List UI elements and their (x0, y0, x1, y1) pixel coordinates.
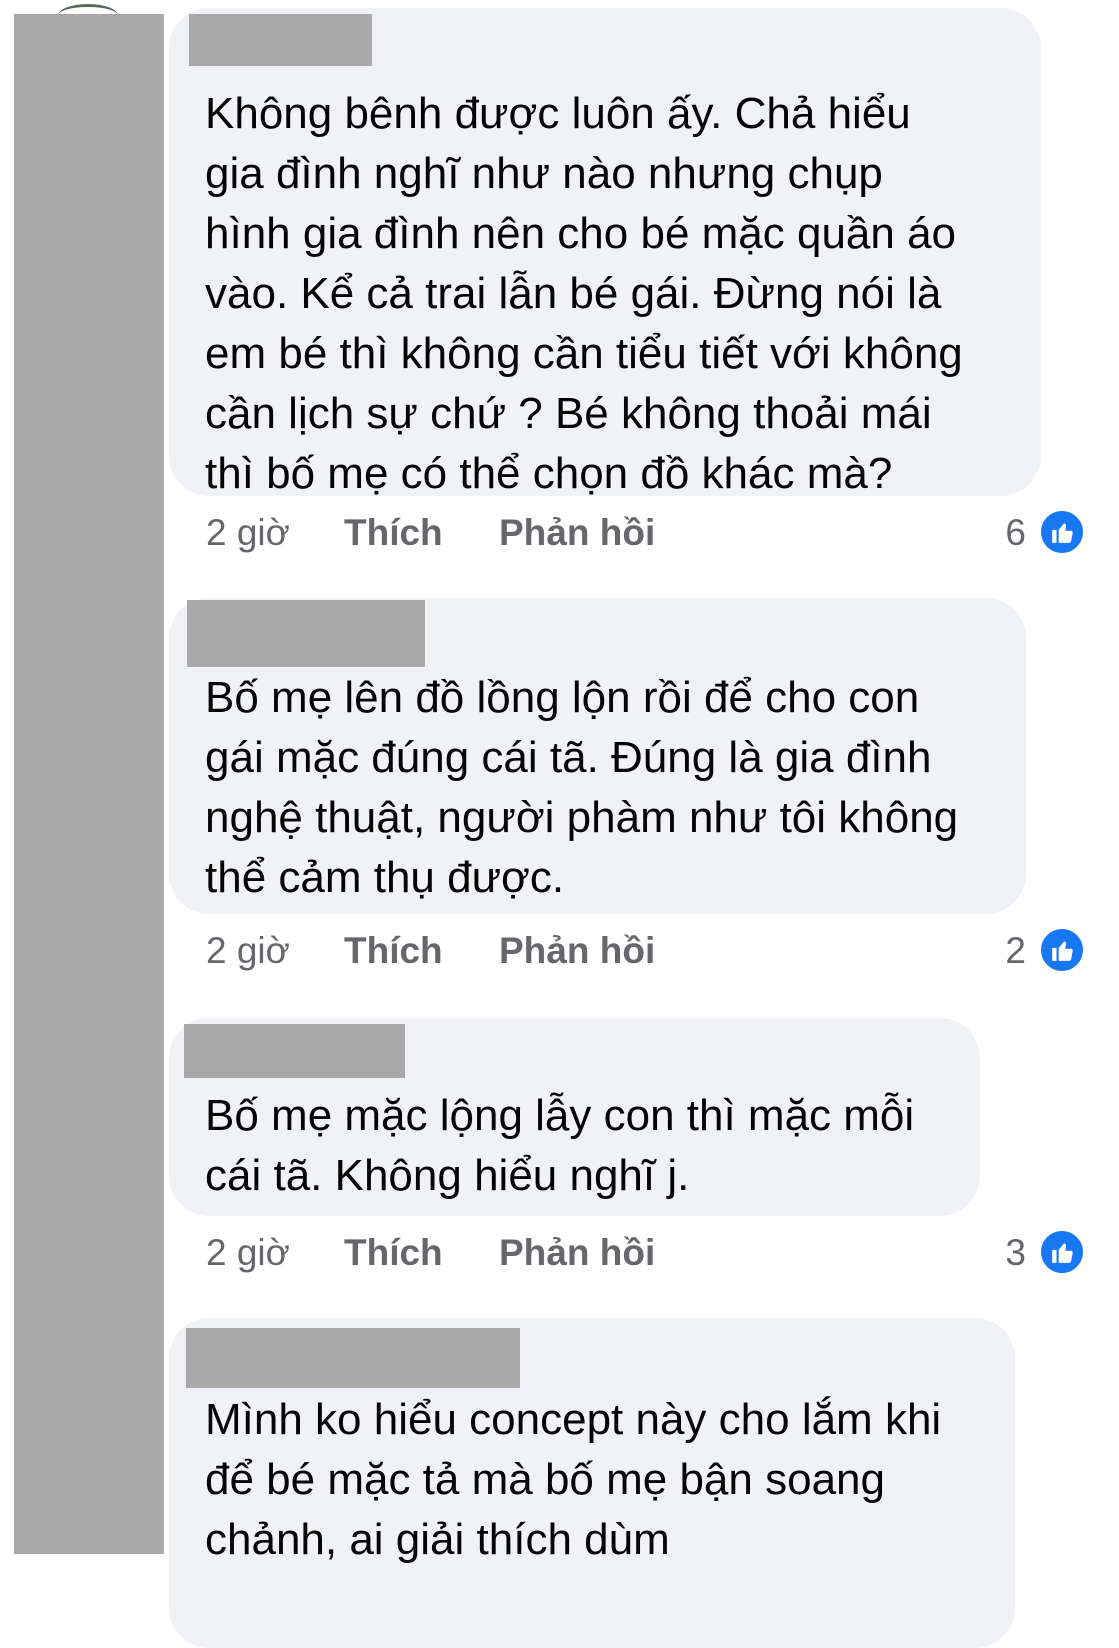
comment-text: Mình ko hiểu concept này cho lắm khi để … (205, 1395, 942, 1564)
redacted-author-name[interactable] (187, 600, 425, 667)
comment-timestamp[interactable]: 2 giờ (206, 508, 290, 558)
like-thumbs-up-icon (1038, 508, 1086, 556)
reply-button[interactable]: Phản hồi (499, 926, 655, 976)
comment-text: Bố mẹ mặc lộng lẫy con thì mặc mỗi cái t… (205, 1091, 915, 1200)
comment-text: Bố mẹ lên đồ lồng lộn rồi để cho con gái… (205, 673, 959, 902)
redacted-author-name[interactable] (184, 1024, 405, 1078)
like-thumbs-up-icon (1038, 1228, 1086, 1276)
comment-timestamp[interactable]: 2 giờ (206, 926, 290, 976)
comment-timestamp[interactable]: 2 giờ (206, 1228, 290, 1278)
reaction-count: 2 (1005, 930, 1026, 971)
comment-bubble: Bố mẹ mặc lộng lẫy con thì mặc mỗi cái t… (169, 1018, 980, 1216)
comment-bubble: Mình ko hiểu concept này cho lắm khi để … (169, 1318, 1015, 1648)
redacted-author-name[interactable] (189, 14, 372, 66)
comment-bubble: Không bênh được luôn ấy. Chả hiểu gia đì… (169, 8, 1041, 498)
like-button[interactable]: Thích (344, 1228, 443, 1278)
comment-actions: 2 giờ Thích Phản hồi 6 (206, 508, 1086, 558)
like-thumbs-up-icon (1038, 926, 1086, 974)
comment-actions: 2 giờ Thích Phản hồi 2 (206, 926, 1086, 976)
like-button[interactable]: Thích (344, 508, 443, 558)
reaction-count: 3 (1005, 1232, 1026, 1273)
comment-bubble: Bố mẹ lên đồ lồng lộn rồi để cho con gái… (169, 598, 1026, 914)
redacted-avatar-column (14, 14, 164, 1554)
comment-actions: 2 giờ Thích Phản hồi 3 (206, 1228, 1086, 1278)
like-button[interactable]: Thích (344, 926, 443, 976)
reply-button[interactable]: Phản hồi (499, 508, 655, 558)
comment-text: Không bênh được luôn ấy. Chả hiểu gia đì… (205, 89, 963, 498)
reply-button[interactable]: Phản hồi (499, 1228, 655, 1278)
redacted-author-name[interactable] (186, 1328, 520, 1388)
reaction-count: 6 (1005, 512, 1026, 553)
